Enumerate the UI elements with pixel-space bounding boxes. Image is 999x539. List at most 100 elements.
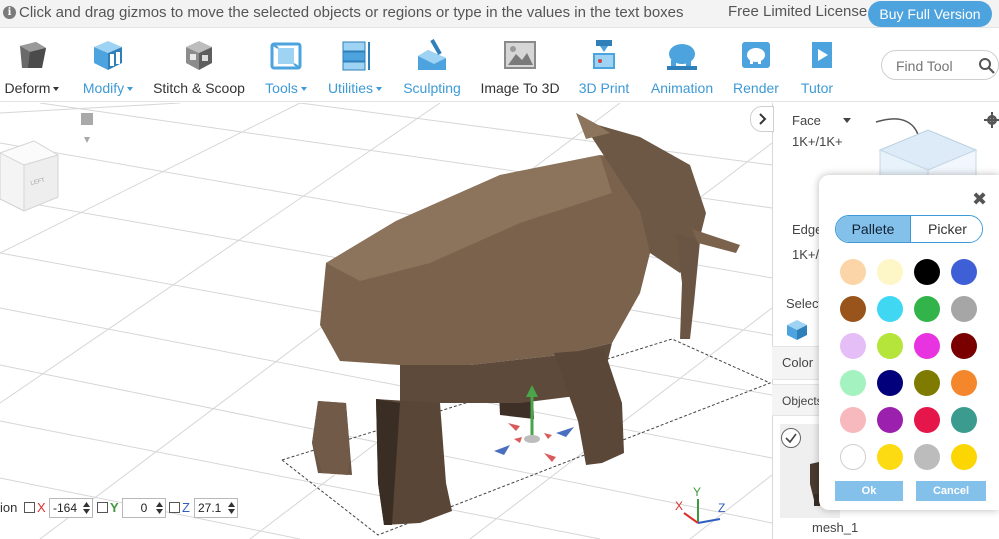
gear-icon[interactable] [984,112,999,128]
face-count: 1K+/1K+ [792,134,843,149]
x-label: X [37,500,46,515]
scene: LEFT Y X Z [0,103,772,539]
tool-tutorials[interactable]: Tutor [794,28,840,102]
color-picker-popup: ✖ Pallete Picker Ok Cancel [819,175,999,510]
tool-deform[interactable]: Deform [0,28,64,102]
color-swatch[interactable] [877,370,903,396]
tip-text: Click and drag gizmos to move the select… [19,4,684,21]
tool-label: Utilities [322,80,388,96]
color-swatch[interactable] [840,259,866,285]
tool-animation[interactable]: Animation [644,28,720,102]
tool-label: Image To 3D [480,80,560,96]
object-name: mesh_1 [812,520,859,535]
lock-x-checkbox[interactable] [24,502,35,513]
checkmark-icon [785,433,797,444]
panel-collapse-button[interactable] [750,106,774,132]
color-swatch[interactable] [951,407,977,433]
y-label: Y [110,500,119,515]
tool-label: Sculpting [403,80,461,96]
color-swatch[interactable] [877,259,903,285]
axis-label-z: Z [718,501,725,515]
color-swatch[interactable] [914,259,940,285]
tool-utilities[interactable]: Utilities [322,28,388,102]
axis-label-y: Y [693,485,701,499]
color-swatch[interactable] [914,296,940,322]
tool-3d-print[interactable]: 3D Print [574,28,634,102]
tool-label: Tools [258,80,314,96]
color-swatch[interactable] [951,333,977,359]
object-selected-checkbox[interactable] [781,428,801,448]
tool-label: Tutor [800,80,834,96]
z-value-input[interactable]: 27.1 [194,498,238,518]
face-dropdown-caret-icon[interactable] [842,118,852,124]
tool-label: Modify [76,80,140,96]
license-label: Free Limited License [728,3,868,20]
utilities-icon [342,41,370,71]
axis-label-x: X [675,499,683,513]
color-swatch[interactable] [877,407,903,433]
spinner-icon[interactable] [83,502,90,514]
tool-stitch-scoop[interactable]: Stitch & Scoop [150,28,248,102]
tool-modify[interactable]: Modify [76,28,140,102]
color-swatch[interactable] [840,370,866,396]
render-icon [742,42,770,68]
find-tool-search[interactable] [881,50,999,80]
tool-tools[interactable]: Tools [258,28,314,102]
stitch-scoop-icon [186,41,212,70]
tool-render[interactable]: Render [728,28,784,102]
select-label: Select [786,296,823,311]
lock-y-checkbox[interactable] [97,502,108,513]
color-swatch[interactable] [951,370,977,396]
color-swatch[interactable] [914,407,940,433]
tool-sculpting[interactable]: Sculpting [398,28,466,102]
color-swatch[interactable] [951,296,977,322]
find-tool-input[interactable] [896,56,974,76]
modify-icon [94,41,122,70]
color-swatch[interactable] [914,333,940,359]
tab-pallete[interactable]: Pallete [836,216,910,242]
color-swatch[interactable] [877,333,903,359]
face-label: Face [792,113,821,128]
color-swatch[interactable] [877,444,903,470]
y-value-input[interactable]: 0 [122,498,166,518]
3d-print-icon [593,40,615,69]
color-label: Color [782,355,814,370]
3d-viewport[interactable]: LEFT Y X Z [0,103,772,539]
spinner-icon[interactable] [228,502,235,514]
info-icon: i [3,6,16,19]
tab-picker[interactable]: Picker [910,216,982,242]
x-value-input[interactable]: -164 [49,498,93,518]
color-swatch[interactable] [877,296,903,322]
buy-full-version-button[interactable]: Buy Full Version [868,1,992,27]
ok-button[interactable]: Ok [835,481,903,501]
lock-z-checkbox[interactable] [169,502,180,513]
elephant-mesh[interactable] [312,113,740,525]
color-swatch[interactable] [840,333,866,359]
view-cube-handle[interactable] [81,113,93,143]
view-cube[interactable]: LEFT [0,140,60,212]
color-swatch[interactable] [840,296,866,322]
tool-label: Deform [0,80,64,96]
color-swatch[interactable] [951,444,977,470]
tool-label: Animation [650,80,714,96]
z-label: Z [182,500,190,515]
spinner-icon[interactable] [156,502,163,514]
color-swatch[interactable] [840,407,866,433]
color-mode-toggle: Pallete Picker [835,215,983,243]
color-swatch[interactable] [840,444,866,470]
select-mode-object-icon[interactable] [785,318,809,342]
color-swatch[interactable] [914,370,940,396]
cancel-button[interactable]: Cancel [916,481,986,501]
color-swatch[interactable] [914,444,940,470]
edge-label: Edge [792,222,823,237]
tool-image-to-3d[interactable]: Image To 3D [476,28,564,102]
search-icon[interactable] [978,57,996,75]
animation-icon [667,44,697,70]
tutorials-icon [812,42,832,68]
image-to-3d-icon [504,41,536,69]
sculpting-icon [418,39,446,70]
tool-label: 3D Print [578,80,630,96]
close-icon[interactable]: ✖ [972,189,987,210]
edge-count: 1K+/ [792,247,820,262]
color-swatch[interactable] [951,259,977,285]
